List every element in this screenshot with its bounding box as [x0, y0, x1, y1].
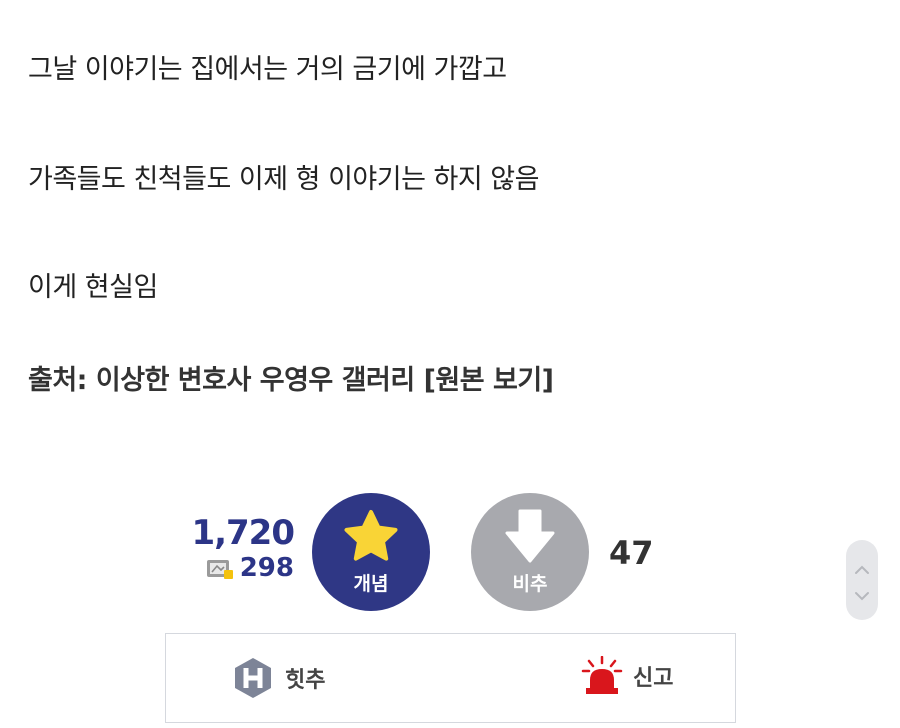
scroll-buttons [846, 540, 878, 620]
hit-recommend-button[interactable]: 힛추 [231, 656, 325, 700]
post-source: 출처: 이상한 변호사 우영우 갤러리 [원본 보기] [28, 363, 554, 399]
fixed-nick-icon [206, 557, 234, 579]
chevron-up-icon[interactable] [853, 561, 871, 574]
star-icon [343, 509, 399, 567]
source-prefix: 출처: [28, 365, 96, 396]
upvote-count-block: 1,720 298 [191, 513, 295, 583]
source-gallery-link[interactable]: 이상한 변호사 우영우 갤러리 [96, 365, 415, 396]
chevron-down-icon[interactable] [853, 587, 871, 601]
source-original-link[interactable]: [원본 보기] [424, 365, 554, 396]
upvote-count: 1,720 [191, 513, 295, 553]
hit-recommend-label: 힛추 [285, 668, 326, 693]
post-text-line: 그날 이야기는 집에서는 거의 금기에 가깝고 [28, 54, 507, 85]
downvote-button[interactable]: 비추 [471, 493, 589, 611]
down-arrow-icon [505, 509, 555, 567]
upvote-button[interactable]: 개념 [312, 493, 430, 611]
siren-icon [581, 656, 623, 696]
hit-icon [231, 656, 275, 700]
report-button[interactable]: 신고 [581, 656, 673, 696]
report-label: 신고 [633, 666, 674, 691]
post-text-line: 가족들도 친척들도 이제 형 이야기는 하지 않음 [28, 164, 539, 195]
post-text-line: 이게 현실임 [28, 272, 158, 303]
post-action-bar: 힛추 신고 [165, 633, 736, 723]
upvote-label: 개념 [353, 572, 389, 595]
fixed-nick-upvote-count: 298 [239, 553, 294, 583]
fixed-nick-upvote-count-row: 298 [191, 553, 294, 583]
downvote-label: 비추 [512, 572, 548, 595]
downvote-count: 47 [609, 534, 654, 572]
